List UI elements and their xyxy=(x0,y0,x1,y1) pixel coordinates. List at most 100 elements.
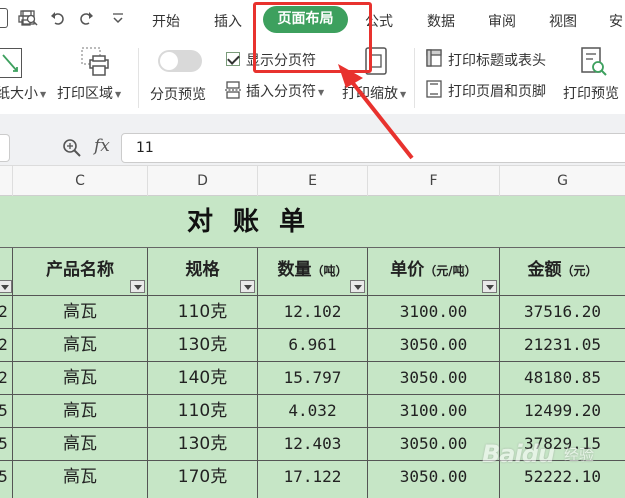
cell-product[interactable]: 高瓦 xyxy=(12,428,147,460)
fx-icon[interactable]: fx xyxy=(94,136,110,156)
cell-amount[interactable]: 48180.85 xyxy=(499,362,625,394)
print-titles-icon[interactable] xyxy=(425,49,443,67)
table-row: 2 高瓦 130克 6.961 3050.00 21231.05 xyxy=(0,329,625,362)
print-area-label: 打印区域 xyxy=(57,86,113,102)
page-preview-toggle[interactable] xyxy=(158,50,202,72)
tab-view[interactable]: 视图 xyxy=(549,11,577,31)
header-unit: （元） xyxy=(561,264,598,278)
print-header-footer-icon[interactable] xyxy=(425,80,443,98)
cell-spec[interactable]: 110克 xyxy=(147,296,257,328)
undo-icon[interactable] xyxy=(50,10,66,26)
cell-product[interactable]: 高瓦 xyxy=(12,296,147,328)
cell-product[interactable]: 高瓦 xyxy=(12,362,147,394)
tab-data[interactable]: 数据 xyxy=(427,11,455,31)
cell-qty[interactable]: 12.403 xyxy=(257,428,367,460)
cell-qty[interactable]: 17.122 xyxy=(257,461,367,498)
cell-product[interactable]: 高瓦 xyxy=(12,461,147,498)
cell-amount[interactable]: 37516.20 xyxy=(499,296,625,328)
cell-price[interactable]: 3050.00 xyxy=(367,428,499,460)
header-cell-qty[interactable]: 数量（吨） xyxy=(257,248,367,295)
show-page-breaks-checkbox[interactable] xyxy=(226,52,240,66)
column-header-g[interactable]: G xyxy=(499,166,625,196)
page-preview-label[interactable]: 分页预览 xyxy=(150,84,206,104)
cell-qty[interactable]: 12.102 xyxy=(257,296,367,328)
print-header-footer-label[interactable]: 打印页眉和页脚 xyxy=(448,81,546,101)
print-zoom-button[interactable]: 打印缩放 ▼ xyxy=(342,83,406,103)
insert-page-break-button[interactable]: 插入分页符 ▼ xyxy=(246,81,324,101)
toggle-knob xyxy=(160,52,178,70)
print-zoom-label: 打印缩放 xyxy=(342,86,398,102)
cell-b[interactable]: 2 xyxy=(0,329,12,361)
table-row: 5 高瓦 110克 4.032 3100.00 12499.20 xyxy=(0,395,625,428)
redo-icon[interactable] xyxy=(78,10,94,26)
column-header-e[interactable]: E xyxy=(257,166,367,196)
print-preview-quick-icon[interactable] xyxy=(22,10,38,26)
header-unit: （元/吨） xyxy=(424,264,477,278)
formula-input[interactable]: 11 xyxy=(121,133,625,163)
print-preview-icon[interactable] xyxy=(578,46,608,78)
print-titles-label[interactable]: 打印标题或表头 xyxy=(448,50,546,70)
tab-insert[interactable]: 插入 xyxy=(214,11,242,31)
cell-spec[interactable]: 140克 xyxy=(147,362,257,394)
cell-b[interactable]: 5 xyxy=(0,395,12,427)
cell-price[interactable]: 3050.00 xyxy=(367,461,499,498)
cell-spec[interactable]: 170克 xyxy=(147,461,257,498)
cell-price[interactable]: 3100.00 xyxy=(367,296,499,328)
cell-price[interactable]: 3100.00 xyxy=(367,395,499,427)
cell-b[interactable]: 5 xyxy=(0,461,12,498)
paper-size-icon[interactable] xyxy=(0,48,22,78)
chevron-down-icon: ▼ xyxy=(40,89,47,99)
cell-b[interactable]: 2 xyxy=(0,362,12,394)
cell-price[interactable]: 3050.00 xyxy=(367,362,499,394)
cell-qty[interactable]: 6.961 xyxy=(257,329,367,361)
insert-page-break-icon[interactable] xyxy=(224,81,242,99)
cell-amount[interactable]: 12499.20 xyxy=(499,395,625,427)
cell-price[interactable]: 3050.00 xyxy=(367,329,499,361)
filter-dropdown-icon[interactable] xyxy=(350,280,365,293)
header-row: 产品名称 规格 数量（吨） 单价（元/吨） 金额（元） xyxy=(0,248,625,296)
header-cell-amount[interactable]: 金额（元） xyxy=(499,248,625,295)
cell-b[interactable]: 2 xyxy=(0,296,12,328)
cell-qty[interactable]: 15.797 xyxy=(257,362,367,394)
cell-spec[interactable]: 130克 xyxy=(147,428,257,460)
header-cell-price[interactable]: 单价（元/吨） xyxy=(367,248,499,295)
column-header-f[interactable]: F xyxy=(367,166,499,196)
quick-access-edge xyxy=(0,8,8,28)
filter-dropdown-icon[interactable] xyxy=(130,280,145,293)
cell-qty[interactable]: 4.032 xyxy=(257,395,367,427)
header-label: 金额 xyxy=(527,260,562,280)
print-preview-label[interactable]: 打印预览 xyxy=(563,83,619,103)
tab-review[interactable]: 审阅 xyxy=(488,11,516,31)
filter-dropdown-icon[interactable] xyxy=(0,280,12,293)
customize-quick-access-icon[interactable] xyxy=(110,10,126,26)
cell-spec[interactable]: 130克 xyxy=(147,329,257,361)
tab-security[interactable]: 安 xyxy=(609,11,623,31)
watermark: Baidu 经验 xyxy=(482,438,622,478)
cell-amount[interactable]: 21231.05 xyxy=(499,329,625,361)
header-label: 单价 xyxy=(390,260,425,280)
ribbon-divider xyxy=(138,48,139,108)
paper-size-button[interactable]: 纸大小 ▼ xyxy=(0,83,46,103)
column-header-b[interactable] xyxy=(0,166,12,196)
zoom-icon[interactable] xyxy=(62,138,81,157)
print-area-button[interactable]: 打印区域 ▼ xyxy=(57,83,121,103)
header-cell-b[interactable] xyxy=(0,248,12,295)
header-label: 数量 xyxy=(277,260,312,280)
column-header-c[interactable]: C xyxy=(12,166,147,196)
header-cell-spec[interactable]: 规格 xyxy=(147,248,257,295)
cell-b[interactable]: 5 xyxy=(0,428,12,460)
tab-home[interactable]: 开始 xyxy=(152,11,180,31)
cell-product[interactable]: 高瓦 xyxy=(12,329,147,361)
print-area-icon[interactable] xyxy=(80,46,112,80)
filter-dropdown-icon[interactable] xyxy=(482,280,497,293)
cell-spec[interactable]: 110克 xyxy=(147,395,257,427)
column-header-d[interactable]: D xyxy=(147,166,257,196)
column-headers: C D E F G xyxy=(0,166,625,196)
name-box[interactable] xyxy=(0,134,10,162)
sheet-title[interactable]: 对账单 xyxy=(0,196,512,248)
header-label: 产品名称 xyxy=(46,260,114,280)
chevron-down-icon: ▼ xyxy=(318,87,325,97)
header-cell-product[interactable]: 产品名称 xyxy=(12,248,147,295)
filter-dropdown-icon[interactable] xyxy=(240,280,255,293)
cell-product[interactable]: 高瓦 xyxy=(12,395,147,427)
